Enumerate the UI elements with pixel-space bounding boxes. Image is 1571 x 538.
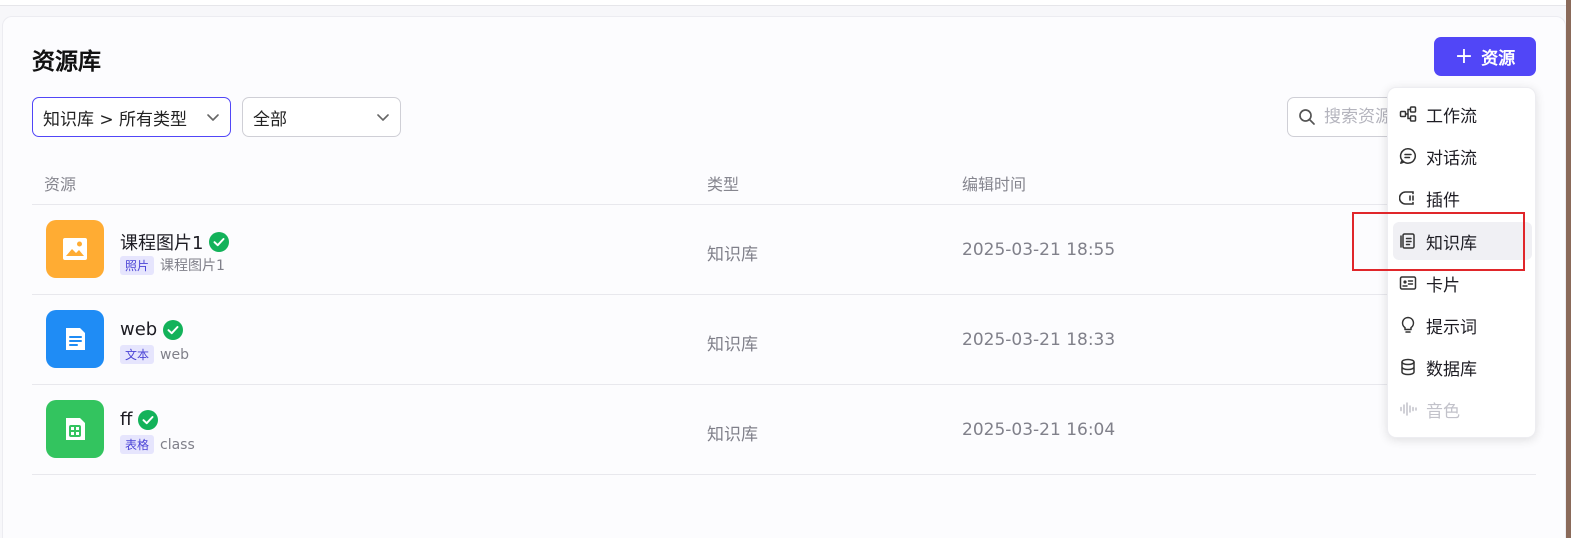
menu-item-label: 提示词 [1426,317,1477,338]
menu-item-label: 知识库 [1426,233,1477,254]
menu-item-workflow[interactable]: 工作流 [1393,95,1532,133]
resource-name-text: web [120,319,158,340]
table-row[interactable]: ff 表格 class 知识库 2025-03-21 16:04 [32,385,1536,475]
table-row[interactable]: 课程图片1 照片 课程图片1 知识库 2025-03-21 18:55 [32,205,1536,295]
add-resource-button[interactable]: + 资源 [1434,37,1536,76]
add-resource-label: 资源 [1481,49,1516,69]
add-resource-menu: 工作流 对话流 插件 知识库 卡片 提示词 数据库 音色 [1387,87,1536,438]
menu-item-plugin[interactable]: 插件 [1393,179,1532,217]
menu-item-knowledge-base[interactable]: 知识库 [1393,222,1532,260]
plugin-icon [1399,191,1414,205]
prompt-icon [1401,316,1415,333]
type-tag: 照片 [120,255,155,275]
voice-icon [1400,402,1417,416]
column-header-resource: 资源 [44,175,77,194]
menu-item-label: 数据库 [1426,359,1477,380]
document-icon [66,328,85,350]
resource-type: 知识库 [707,425,758,445]
resource-description: class [160,436,195,453]
menu-item-label: 音色 [1426,401,1460,422]
chat-flow-icon [1399,148,1416,164]
edit-time: 2025-03-21 18:33 [962,330,1116,350]
edit-time: 2025-03-21 16:04 [962,420,1116,440]
workflow-icon [1399,106,1417,122]
database-icon [1401,358,1415,376]
resource-description: 课程图片1 [160,258,225,274]
type-tag: 表格 [120,435,155,454]
menu-item-chat-flow[interactable]: 对话流 [1393,137,1532,175]
plus-icon: + [1454,43,1474,69]
menu-item-label: 对话流 [1426,148,1477,169]
table-row[interactable]: web 文本 web 知识库 2025-03-21 18:33 [32,295,1536,385]
column-header-type: 类型 [707,175,740,194]
resource-name-text: ff [120,409,133,430]
status-filter-select[interactable]: 全部 [242,97,401,137]
resource-meta: 文本 web [120,345,189,364]
scope-filter-select[interactable]: 知识库 > 所有类型 [32,97,231,137]
menu-item-database[interactable]: 数据库 [1393,348,1532,386]
status-filter-value: 全部 [253,109,287,130]
card-icon [1399,276,1417,290]
scope-filter-value: 知识库 > 所有类型 [43,109,188,130]
type-tag: 文本 [120,345,155,364]
column-header-edit-time: 编辑时间 [962,175,1027,194]
document-thumbnail [46,310,104,368]
menu-item-voice: 音色 [1393,390,1532,428]
resource-meta: 照片 课程图片1 [120,255,225,275]
image-icon [63,238,87,260]
resource-description: web [160,346,189,363]
menu-item-label: 工作流 [1426,106,1477,127]
chevron-down-icon [207,114,219,121]
edit-time: 2025-03-21 18:55 [962,240,1116,260]
menu-item-prompt[interactable]: 提示词 [1393,306,1532,344]
check-circle-icon [138,409,159,430]
menu-item-label: 插件 [1426,190,1460,211]
table-icon [66,418,85,440]
window-edge [1566,0,1571,538]
menu-item-card[interactable]: 卡片 [1393,264,1532,302]
check-circle-icon [163,319,184,340]
knowledge-icon [1400,233,1415,249]
resource-name: ff [120,409,159,430]
top-bar [0,0,1571,6]
resource-type: 知识库 [707,245,758,265]
resource-name-text: 课程图片1 [120,233,204,254]
resource-type: 知识库 [707,335,758,355]
resource-meta: 表格 class [120,435,195,454]
menu-item-label: 卡片 [1426,275,1460,296]
search-icon [1299,109,1315,125]
resource-name: 课程图片1 [120,229,230,255]
table-thumbnail [46,400,104,458]
resource-name: web [120,319,184,340]
page-title: 资源库 [32,49,101,75]
image-thumbnail [46,220,104,278]
chevron-down-icon [377,114,389,121]
check-circle-icon [209,232,230,252]
